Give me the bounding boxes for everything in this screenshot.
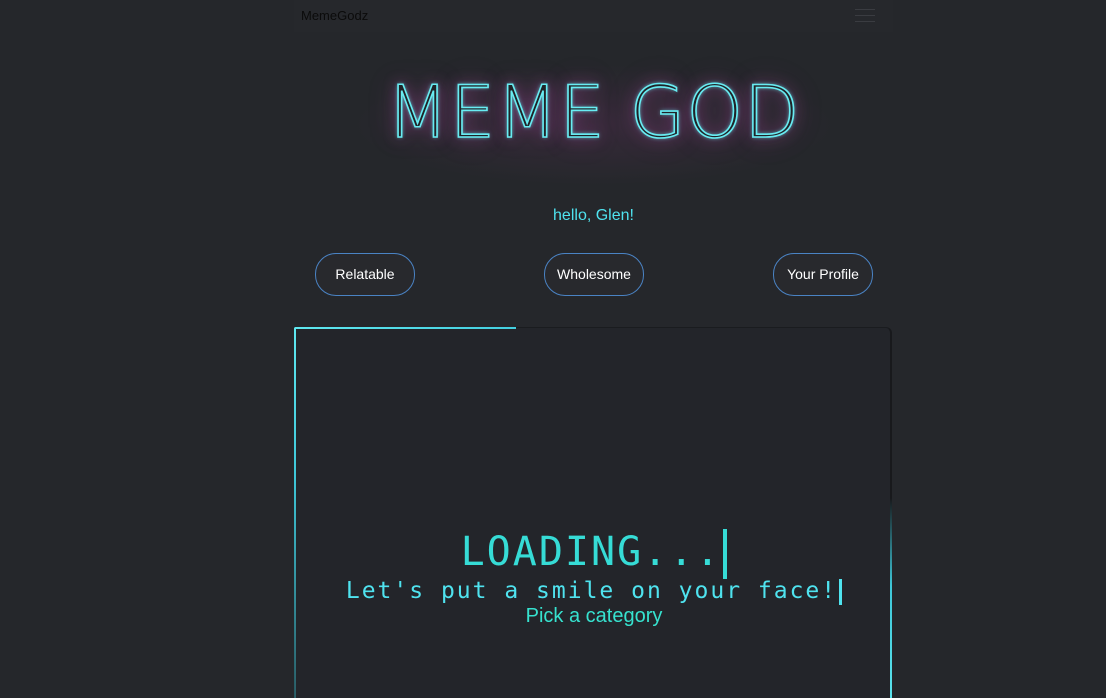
loading-text: LOADING... [460,529,722,575]
meme-display-panel: LOADING... Let's put a smile on your fac… [294,327,892,698]
hero-banner: MEME GOD [294,48,893,188]
wholesome-button[interactable]: Wholesome [544,253,644,296]
your-profile-button[interactable]: Your Profile [773,253,873,296]
user-greeting: hello, Glen! [553,207,634,224]
relatable-button[interactable]: Relatable [315,253,415,296]
brand-link[interactable]: MemeGodz [301,8,368,23]
hamburger-menu-icon[interactable] [851,6,879,26]
loading-tagline: Let's put a smile on your face! [295,576,893,606]
navbar: MemeGodz [294,0,893,32]
neon-border-top [294,327,516,329]
typing-cursor [723,529,728,579]
loading-heading: LOADING... [295,526,893,579]
neon-title: MEME GOD [386,70,801,154]
page: MemeGodz MEME GOD hello, Glen! Relatable… [0,0,1106,698]
pick-category-prompt: Pick a category [525,605,663,627]
neon-border-left [294,327,296,698]
typing-cursor [839,578,843,605]
tagline-text: Let's put a smile on your face! [345,578,838,604]
